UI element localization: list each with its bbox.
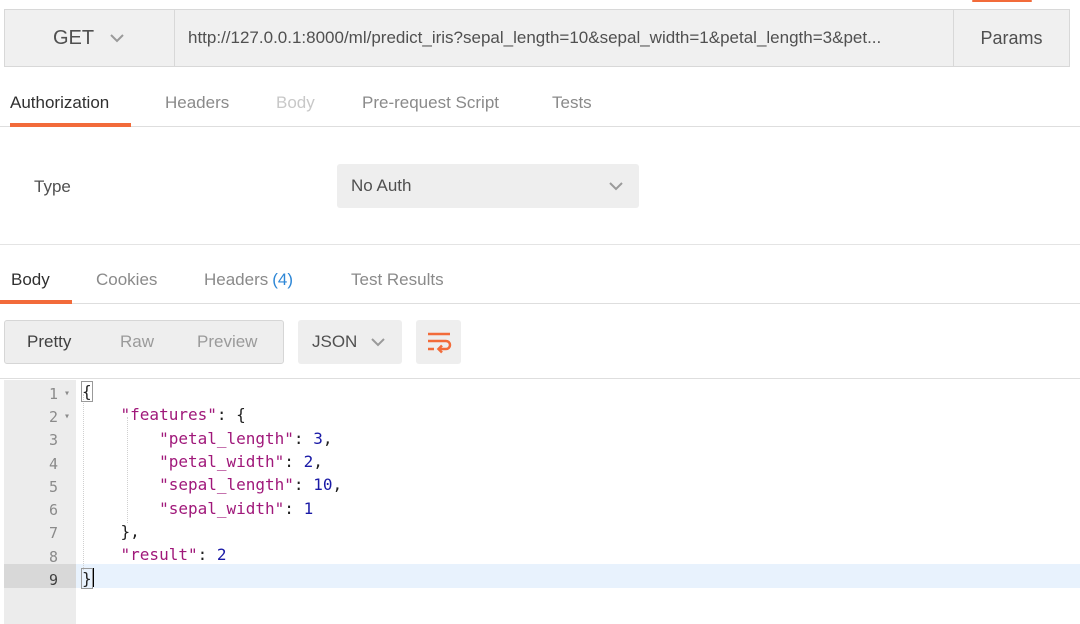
line-number: 2 (48, 407, 58, 426)
fold-toggle-icon[interactable]: ▾ (58, 388, 76, 399)
json-number: 2 (303, 451, 314, 471)
auth-type-label: Type (34, 177, 71, 196)
tab-tests[interactable]: Tests (552, 80, 592, 126)
json-number: 1 (303, 498, 314, 518)
bracket-match: { (81, 381, 93, 402)
bracket-match: } (81, 568, 93, 590)
auth-type-value: No Auth (351, 176, 412, 195)
json-key: "petal_length" (159, 428, 294, 448)
line-number-row: 2 ▾ (4, 405, 76, 428)
json-key: "result" (120, 545, 198, 565)
line-number-row: 5 (4, 475, 76, 498)
tab-response-headers[interactable]: Headers (4) (204, 257, 293, 303)
line-number: 7 (48, 524, 58, 543)
current-line-highlight (4, 564, 1080, 588)
format-value: JSON (312, 332, 358, 351)
chevron-down-icon (371, 338, 386, 347)
view-pretty-button[interactable]: Pretty (27, 332, 71, 352)
method-select[interactable]: GET (4, 9, 174, 67)
line-number-row: 6 (4, 499, 76, 522)
tab-label: Body (11, 270, 50, 289)
tab-cookies[interactable]: Cookies (96, 257, 157, 303)
json-key: "sepal_length" (159, 475, 294, 495)
line-number: 4 (48, 454, 58, 473)
json-key: "sepal_width" (159, 498, 285, 518)
line-number: 9 (48, 571, 58, 590)
request-bar: GET http://127.0.0.1:8000/ml/predict_iri… (4, 9, 1070, 67)
code-line-5: "sepal_length": 10, (159, 475, 343, 495)
chevron-down-icon (110, 34, 124, 43)
params-button[interactable]: Params (954, 9, 1070, 67)
response-toolbar: Pretty Raw Preview JSON (0, 305, 1080, 379)
line-number-row: 3 (4, 429, 76, 452)
view-preview-button[interactable]: Preview (197, 332, 257, 352)
format-select[interactable]: JSON (298, 320, 402, 364)
line-number: 3 (48, 431, 58, 450)
line-number: 6 (48, 501, 58, 520)
auth-type-select[interactable]: No Auth (337, 164, 639, 208)
line-number: 5 (48, 477, 58, 496)
response-tabs: Body Cookies Headers (4) Test Results (0, 257, 1080, 304)
json-number: 2 (216, 545, 227, 565)
tab-body[interactable]: Body (276, 80, 315, 126)
headers-count-badge: (4) (272, 270, 294, 289)
tab-headers[interactable]: Headers (165, 80, 229, 126)
json-number: 10 (313, 475, 333, 495)
code-line-6: "sepal_width": 1 (159, 498, 314, 518)
line-number: 8 (48, 547, 58, 566)
top-accent-bar (972, 0, 1032, 2)
code-line-8: "result": 2 (120, 545, 227, 565)
line-number: 1 (48, 384, 58, 403)
line-number-row: 8 (4, 545, 76, 568)
view-mode-group: Pretty Raw Preview (4, 320, 284, 364)
code-line-2: "features": { (120, 405, 246, 425)
chevron-down-icon (609, 182, 623, 191)
json-number: 3 (313, 428, 323, 448)
code-line-4: "petal_width": 2, (159, 451, 323, 471)
line-number-row: 9 (4, 568, 76, 591)
code-line-1: { (81, 381, 93, 402)
tab-pre-request-script[interactable]: Pre-request Script (362, 80, 499, 126)
tab-label: Headers (204, 270, 269, 289)
wrap-lines-button[interactable] (416, 320, 461, 364)
request-tabs: Authorization Headers Body Pre-request S… (0, 80, 1080, 127)
tab-label: Authorization (10, 93, 110, 112)
method-label: GET (52, 26, 95, 49)
code-line-7: }, (82, 521, 140, 541)
fold-toggle-icon[interactable]: ▾ (58, 411, 76, 422)
line-number-row: 7 (4, 522, 76, 545)
text-cursor (91, 568, 94, 588)
line-number-row: 4 (4, 452, 76, 475)
auth-section: Type No Auth (0, 127, 1080, 245)
json-key: "features" (120, 405, 217, 425)
code-line-9: } (81, 568, 94, 590)
view-raw-button[interactable]: Raw (120, 332, 154, 352)
url-input[interactable]: http://127.0.0.1:8000/ml/predict_iris?se… (174, 9, 954, 67)
tab-test-results[interactable]: Test Results (351, 257, 444, 303)
tab-authorization[interactable]: Authorization (10, 80, 132, 127)
wrap-lines-icon (427, 332, 451, 354)
code-line-3: "petal_length": 3, (159, 428, 333, 448)
tab-response-body[interactable]: Body (0, 257, 72, 304)
json-key: "petal_width" (159, 451, 285, 471)
response-body-editor[interactable]: 1 ▾ 2 ▾ 3 4 5 6 7 8 9 { "features": { "petal_lengt… (0, 380, 1080, 624)
line-number-row: 1 ▾ (4, 382, 76, 405)
